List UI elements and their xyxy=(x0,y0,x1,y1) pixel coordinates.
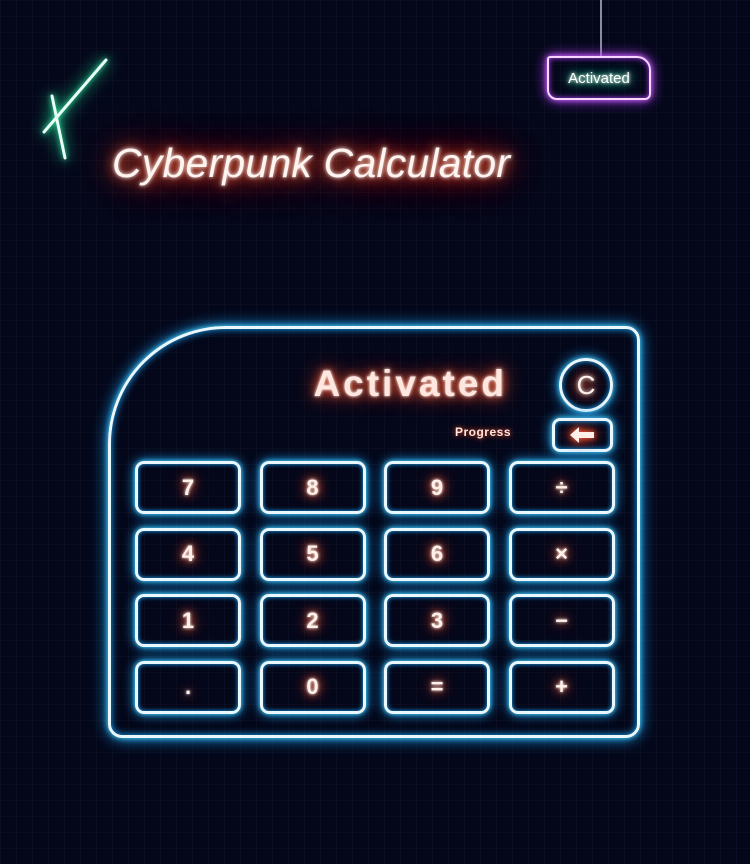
key-label: 0 xyxy=(306,674,319,699)
key-label: 7 xyxy=(181,474,195,500)
key-3[interactable]: 3 xyxy=(384,594,490,647)
key-label: 1 xyxy=(181,607,195,633)
key-8[interactable]: 8 xyxy=(259,461,366,514)
key-subtract[interactable]: − xyxy=(508,594,615,647)
key-label: 8 xyxy=(306,474,319,500)
page-title: Cyberpunk Calculator xyxy=(112,140,511,186)
key-label: 3 xyxy=(430,607,444,633)
key-add[interactable]: + xyxy=(508,660,615,714)
clear-button-label: C xyxy=(576,369,596,400)
key-6[interactable]: 6 xyxy=(384,527,490,581)
key-0[interactable]: 0 xyxy=(259,660,366,714)
activated-sign: Activated xyxy=(547,56,651,100)
calculator-display: Activated xyxy=(313,363,507,404)
key-4[interactable]: 4 xyxy=(135,527,241,581)
key-label: = xyxy=(430,674,444,699)
key-1[interactable]: 1 xyxy=(135,594,241,647)
progress-label: Progress xyxy=(454,425,511,439)
backspace-button[interactable] xyxy=(552,418,613,452)
sign-wire xyxy=(600,0,602,58)
key-equals[interactable]: = xyxy=(384,660,490,714)
key-divide[interactable]: ÷ xyxy=(508,461,615,514)
key-label: + xyxy=(555,674,568,699)
keypad: 7 8 9 ÷ 4 5 6 × 1 2 3 −. 0 = + xyxy=(135,461,617,717)
key-label: 5 xyxy=(306,541,319,566)
clear-button[interactable]: C xyxy=(559,358,613,412)
key-label: 4 xyxy=(181,541,195,566)
key-decimal[interactable]: . xyxy=(135,660,241,714)
arrow-left-icon xyxy=(569,427,594,443)
key-label: 6 xyxy=(430,541,444,566)
key-5[interactable]: 5 xyxy=(259,527,366,581)
key-label: 2 xyxy=(306,607,319,633)
activated-sign-label: Activated xyxy=(568,69,630,87)
key-multiply[interactable]: × xyxy=(508,527,615,581)
calculator: Activated Progress C 7 8 9 ÷ 4 5 6 × 1 2 3 −. 0 = + xyxy=(108,326,640,738)
key-label: ÷ xyxy=(555,474,568,500)
key-label: − xyxy=(555,607,568,633)
key-label: 9 xyxy=(430,474,444,500)
key-label: . xyxy=(184,674,192,699)
key-7[interactable]: 7 xyxy=(135,461,241,514)
page: Activated Cyberpunk Calculator Activated… xyxy=(0,0,750,864)
key-label: × xyxy=(555,541,568,566)
key-2[interactable]: 2 xyxy=(259,594,366,647)
key-9[interactable]: 9 xyxy=(384,461,490,514)
